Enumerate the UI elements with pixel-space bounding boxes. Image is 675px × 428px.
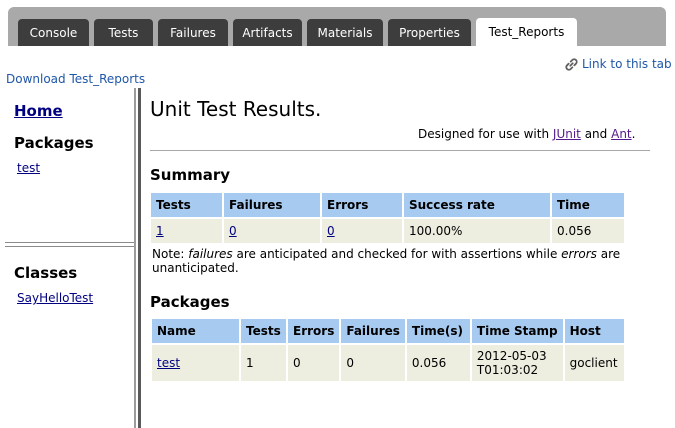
junit-link[interactable]: JUnit	[553, 127, 581, 141]
download-test-reports-link[interactable]: Download Test_Reports	[6, 72, 145, 86]
col-errors: Errors	[288, 319, 340, 343]
summary-header-row: Tests Failures Errors Success rate Time	[151, 193, 624, 217]
designed-prefix: Designed for use with	[418, 127, 550, 141]
summary-heading: Summary	[150, 166, 231, 184]
cell-package-host: goclient	[564, 345, 624, 381]
col-time-stamp: Time Stamp	[471, 319, 563, 343]
col-name: Name	[152, 319, 239, 343]
cell-package-time: 0.056	[406, 345, 470, 381]
col-time: Time(s)	[406, 319, 470, 343]
cell-failures: 0	[224, 219, 320, 243]
cell-package-timestamp: 2012-05-03T01:03:02	[471, 345, 563, 381]
package-row: test 1 0 0 0.056 2012-05-03T01:03:02 goc…	[152, 345, 624, 381]
tab-artifacts[interactable]: Artifacts	[233, 19, 302, 46]
link-to-this-tab[interactable]: Link to this tab	[565, 57, 672, 71]
tab-console[interactable]: Console	[18, 19, 89, 46]
col-errors: Errors	[322, 193, 402, 217]
tab-properties[interactable]: Properties	[388, 19, 471, 46]
cell-time: 0.056	[552, 219, 624, 243]
designed-and: and	[584, 127, 608, 141]
packages-table: Name Tests Errors Failures Time(s) Time …	[150, 317, 626, 383]
note-failures-term: failures	[188, 247, 233, 261]
designed-suffix: .	[631, 127, 636, 141]
horizontal-rule	[150, 150, 650, 151]
packages-header-row: Name Tests Errors Failures Time(s) Time …	[152, 319, 624, 343]
nav-packages-heading: Packages	[14, 134, 94, 152]
frame-divider-shadow	[5, 246, 136, 247]
designed-for-line: Designed for use with JUnit and Ant.	[418, 127, 635, 141]
cell-package-errors: 0	[288, 345, 340, 381]
errors-count-link[interactable]: 0	[327, 224, 335, 238]
package-name-link[interactable]: test	[157, 356, 180, 370]
cell-package-tests: 1	[241, 345, 286, 381]
cell-package-failures: 0	[341, 345, 405, 381]
timestamp-text: 2012-05-03T01:03:02	[476, 349, 547, 377]
summary-row: 1 0 0 100.00% 0.056	[151, 219, 624, 243]
nav-class-link[interactable]: SayHelloTest	[17, 291, 93, 305]
failures-count-link[interactable]: 0	[229, 224, 237, 238]
report-title: Unit Test Results.	[150, 97, 322, 121]
tab-materials[interactable]: Materials	[307, 19, 383, 46]
tab-bar: Console Tests Failures Artifacts Materia…	[8, 7, 666, 46]
note-mid: are anticipated and checked for with ass…	[232, 247, 562, 261]
col-host: Host	[564, 319, 624, 343]
tab-test-reports[interactable]: Test_Reports	[476, 18, 577, 46]
summary-note: Note: failures are anticipated and check…	[152, 247, 637, 275]
cell-success-rate: 100.00%	[404, 219, 550, 243]
col-failures: Failures	[224, 193, 320, 217]
chain-link-icon	[565, 57, 578, 71]
col-time: Time	[552, 193, 624, 217]
col-success-rate: Success rate	[404, 193, 550, 217]
packages-heading: Packages	[150, 293, 230, 311]
tab-failures[interactable]: Failures	[158, 19, 228, 46]
nav-home-link[interactable]: Home	[14, 102, 63, 120]
col-tests: Tests	[241, 319, 286, 343]
summary-table: Tests Failures Errors Success rate Time …	[149, 191, 626, 245]
col-failures: Failures	[341, 319, 405, 343]
ant-link[interactable]: Ant	[611, 127, 632, 141]
frame-divider[interactable]	[5, 242, 136, 243]
tab-tests[interactable]: Tests	[94, 19, 153, 46]
link-to-this-tab-label: Link to this tab	[582, 57, 672, 71]
note-errors-term: errors	[561, 247, 597, 261]
nav-package-link[interactable]: test	[17, 161, 40, 175]
cell-tests: 1	[151, 219, 222, 243]
tests-count-link[interactable]: 1	[156, 224, 164, 238]
frame-splitter[interactable]	[134, 88, 136, 428]
cell-errors: 0	[322, 219, 402, 243]
frame-splitter-shadow	[138, 88, 141, 428]
nav-classes-heading: Classes	[14, 264, 78, 282]
note-prefix: Note:	[152, 247, 189, 261]
cell-package-name: test	[152, 345, 239, 381]
col-tests: Tests	[151, 193, 222, 217]
